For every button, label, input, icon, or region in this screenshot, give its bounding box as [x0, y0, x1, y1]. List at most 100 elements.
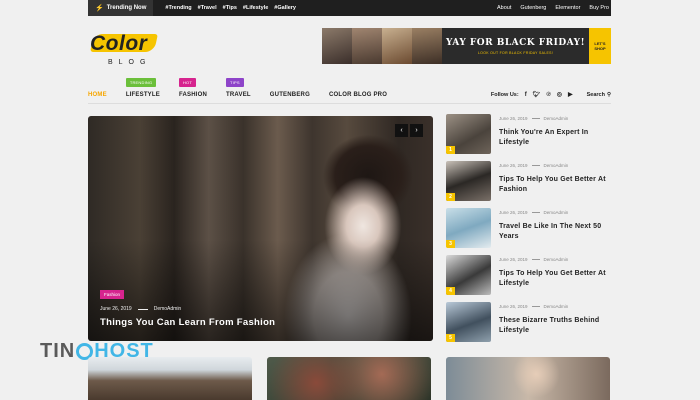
side-post-list: 1 June 26, 2019 DemoAdmin Think You're An…: [446, 114, 616, 349]
tag-lifestyle[interactable]: #Lifestyle: [243, 5, 268, 11]
post-title[interactable]: Think You're An Expert In Lifestyle: [499, 128, 611, 147]
nav-item-home[interactable]: HOME: [88, 92, 107, 98]
nav-item-fashion[interactable]: HOT FASHION: [178, 77, 208, 98]
slider-next-button[interactable]: ›: [410, 124, 423, 137]
site-header: Color BLOG YAY FOR BLACK FRIDAY! LOOK OU…: [88, 26, 611, 70]
site-logo[interactable]: Color BLOG: [88, 32, 160, 68]
list-item[interactable]: 1 June 26, 2019 DemoAdmin Think You're An…: [446, 114, 616, 161]
post-number: 5: [446, 334, 455, 342]
nav-label: HOME: [88, 91, 107, 98]
post-meta: June 26, 2019 DemoAdmin: [499, 163, 611, 168]
post-thumbnail[interactable]: 2: [446, 161, 491, 201]
nav-item-gutenberg[interactable]: GUTENBERG: [270, 92, 310, 98]
list-item[interactable]: 2 June 26, 2019 DemoAdmin Tips To Help Yo…: [446, 161, 616, 208]
banner-headline: YAY FOR BLACK FRIDAY!: [445, 37, 586, 48]
banner-subline: LOOK OUT FOR BLACK FRIDAY SALES!: [477, 50, 554, 55]
trending-now-label: Trending Now: [106, 5, 147, 11]
category-badge[interactable]: Fashion: [100, 290, 125, 299]
post-author[interactable]: DemoAdmin: [544, 163, 569, 168]
meta-divider: [531, 306, 540, 307]
search-button[interactable]: Search ⚲: [587, 92, 611, 98]
follow-us: Follow Us: f 🐦︎ ℗ ◎ ▶: [491, 91, 573, 99]
watermark-text-tin: TIN: [40, 340, 76, 362]
tag-gallery[interactable]: #Gallery: [274, 5, 296, 11]
post-date: June 26, 2019: [499, 116, 528, 121]
meta-divider: [531, 259, 540, 260]
nav-label: FASHION: [178, 91, 208, 98]
logo-word-blog: BLOG: [108, 59, 152, 66]
tag-travel[interactable]: #Travel: [198, 5, 217, 11]
post-title[interactable]: These Bizarre Truths Behind Lifestyle: [499, 316, 611, 335]
post-title[interactable]: Tips To Help You Get Better At Fashion: [499, 175, 611, 194]
list-item[interactable]: 4 June 26, 2019 DemoAdmin Tips To Help Yo…: [446, 255, 616, 302]
banner-photo: [382, 28, 412, 64]
nav-label: COLOR BLOG PRO: [328, 91, 388, 98]
post-thumbnail[interactable]: 5: [446, 302, 491, 342]
post-card-thumbnail[interactable]: [88, 357, 252, 400]
tag-tips[interactable]: #Tips: [223, 5, 237, 11]
meta-divider: [531, 212, 540, 213]
logo-word-color: Color: [90, 32, 148, 55]
meta-divider: [137, 308, 148, 310]
banner-shop-button[interactable]: LET'S SHOP: [589, 28, 611, 64]
chevron-right-icon: ›: [415, 127, 418, 134]
post-meta: June 26, 2019 DemoAdmin: [499, 210, 611, 215]
post-number: 2: [446, 193, 455, 201]
slider-prev-button[interactable]: ‹: [395, 124, 408, 137]
nav-badge-trending: TRENDING: [125, 77, 157, 87]
post-card-thumbnail[interactable]: [267, 357, 431, 400]
page: ⚡ Trending Now #Trending #Travel #Tips #…: [0, 0, 700, 400]
post-author[interactable]: DemoAdmin: [154, 306, 182, 312]
banner-text: YAY FOR BLACK FRIDAY! LOOK OUT FOR BLACK…: [442, 28, 589, 64]
post-number: 1: [446, 146, 455, 154]
post-author[interactable]: DemoAdmin: [544, 116, 569, 121]
nav-label: GUTENBERG: [269, 91, 310, 98]
nav-item-travel[interactable]: TIPS TRAVEL: [226, 77, 251, 98]
main-nav: HOME TRENDING LIFESTYLE HOT FASHION TIPS…: [88, 77, 611, 104]
link-about[interactable]: About: [497, 5, 511, 11]
instagram-icon[interactable]: ◎: [557, 91, 562, 98]
black-friday-banner[interactable]: YAY FOR BLACK FRIDAY! LOOK OUT FOR BLACK…: [322, 28, 611, 64]
post-author[interactable]: DemoAdmin: [544, 304, 569, 309]
post-meta: June 26, 2019 DemoAdmin: [499, 304, 611, 309]
link-buy-pro[interactable]: Buy Pro: [589, 5, 609, 11]
list-item[interactable]: 3 June 26, 2019 DemoAdmin Travel Be Like …: [446, 208, 616, 255]
tag-trending[interactable]: #Trending: [165, 5, 191, 11]
post-thumbnail[interactable]: 1: [446, 114, 491, 154]
youtube-icon[interactable]: ▶: [568, 91, 573, 98]
top-bar: ⚡ Trending Now #Trending #Travel #Tips #…: [88, 0, 611, 16]
post-meta: June 26, 2019 DemoAdmin: [499, 257, 611, 262]
pinterest-icon[interactable]: ℗: [546, 92, 550, 98]
post-author[interactable]: DemoAdmin: [544, 210, 569, 215]
post-thumbnail[interactable]: 3: [446, 208, 491, 248]
trending-now-button[interactable]: ⚡ Trending Now: [88, 0, 154, 16]
search-icon: ⚲: [606, 91, 611, 98]
post-date: June 26, 2019: [499, 257, 528, 262]
nav-item-color-blog-pro[interactable]: COLOR BLOG PRO: [329, 92, 387, 98]
post-number: 4: [446, 287, 455, 295]
nav-label: TRAVEL: [226, 91, 251, 98]
post-date: June 26, 2019: [499, 163, 528, 168]
post-date: June 26, 2019: [100, 306, 132, 312]
post-title[interactable]: Things You Can Learn From Fashion: [100, 317, 275, 328]
post-meta: June 26, 2019 DemoAdmin: [499, 116, 611, 121]
post-author[interactable]: DemoAdmin: [544, 257, 569, 262]
post-thumbnail[interactable]: 4: [446, 255, 491, 295]
facebook-icon[interactable]: f: [525, 92, 527, 98]
twitter-icon[interactable]: 🐦︎: [533, 91, 541, 98]
post-title[interactable]: Travel Be Like In The Next 50 Years: [499, 222, 611, 241]
banner-photo: [412, 28, 442, 64]
link-gutenberg[interactable]: Gutenberg: [520, 5, 546, 11]
link-elementor[interactable]: Elementor: [555, 5, 580, 11]
nav-badge-hot: HOT: [178, 77, 196, 87]
lightning-icon: ⚡: [95, 5, 104, 12]
top-links: About Gutenberg Elementor Buy Pro: [497, 5, 611, 11]
featured-post[interactable]: ‹ › Fashion June 26, 2019 DemoAdmin Thin…: [88, 116, 433, 341]
list-item[interactable]: 5 June 26, 2019 DemoAdmin These Bizarre T…: [446, 302, 616, 349]
trending-tags: #Trending #Travel #Tips #Lifestyle #Gall…: [165, 5, 296, 11]
post-title[interactable]: Tips To Help You Get Better At Lifestyle: [499, 269, 611, 288]
search-label: Search: [586, 91, 605, 98]
post-date: June 26, 2019: [499, 210, 528, 215]
post-card-thumbnail[interactable]: [446, 357, 610, 400]
nav-item-lifestyle[interactable]: TRENDING LIFESTYLE: [125, 77, 160, 98]
